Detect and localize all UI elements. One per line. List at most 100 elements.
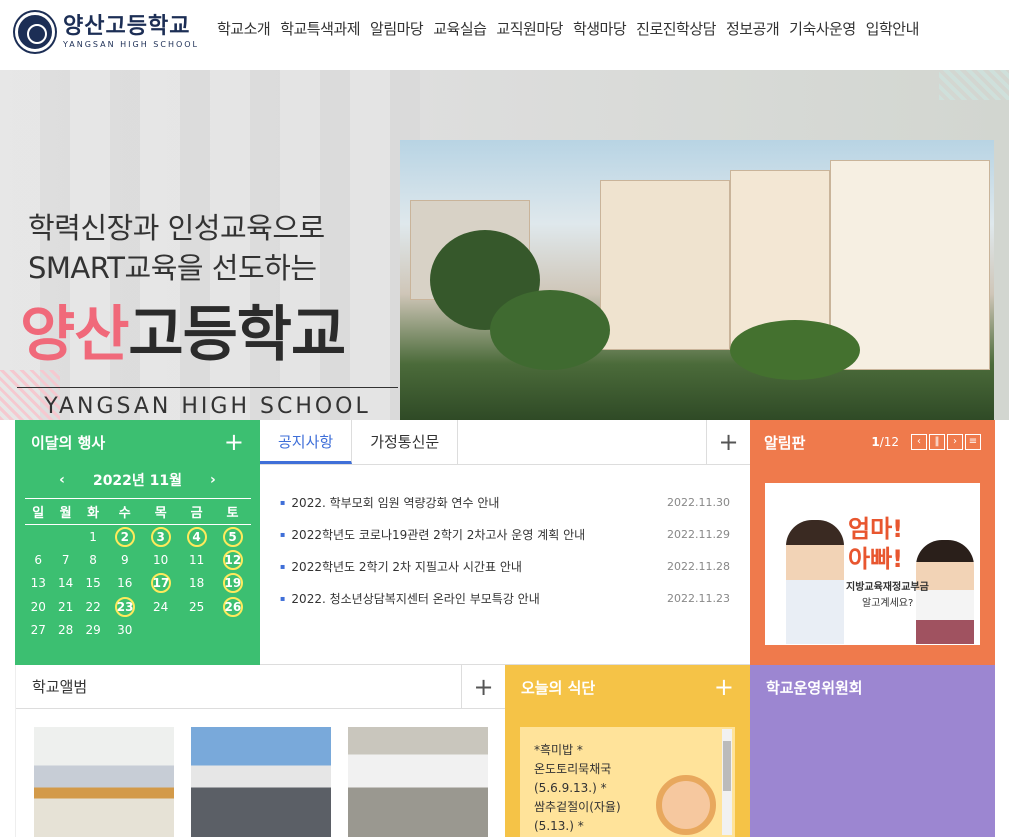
calendar-day[interactable]: 11 bbox=[179, 548, 215, 572]
monthly-events-panel: 이달의 행사 + ‹ 2022년 11월 › 일월화수목금토 123456789… bbox=[15, 420, 260, 665]
meal-scrollbar[interactable] bbox=[722, 729, 732, 835]
scrollbar-thumb[interactable] bbox=[723, 741, 731, 791]
calendar-event-day[interactable]: 2 bbox=[114, 526, 135, 547]
pause-icon[interactable]: ‖ bbox=[929, 434, 945, 450]
calendar-event-day[interactable]: 17 bbox=[150, 573, 171, 594]
calendar-day[interactable]: 22 bbox=[79, 595, 106, 619]
calendar-day[interactable]: 19 bbox=[215, 572, 251, 596]
nav-item-special-projects[interactable]: 학교특색과제 bbox=[280, 18, 360, 39]
calendar-event-day[interactable]: 12 bbox=[222, 549, 243, 570]
calendar-day[interactable]: 8 bbox=[79, 548, 106, 572]
calendar-event-day[interactable]: 26 bbox=[222, 596, 243, 617]
tab-family-letters[interactable]: 가정통신문 bbox=[352, 420, 459, 464]
more-plus-icon[interactable]: + bbox=[224, 430, 244, 454]
calendar-week-row: 6 7 8 9 10 11 12 bbox=[25, 548, 251, 572]
school-logo[interactable]: 양산고등학교 YANGSAN HIGH SCHOOL bbox=[15, 12, 199, 52]
more-plus-icon[interactable]: + bbox=[714, 675, 734, 699]
calendar-day[interactable]: 27 bbox=[25, 619, 52, 643]
list-item[interactable]: 2022. 청소년상담복지센터 온라인 부모특강 안내 2022.11.23 bbox=[280, 583, 730, 615]
calendar-day[interactable]: 26 bbox=[215, 595, 251, 619]
calendar-day[interactable]: 29 bbox=[79, 619, 106, 643]
calendar-event-day[interactable]: 19 bbox=[222, 573, 243, 594]
calendar-day[interactable]: 1 bbox=[79, 525, 106, 549]
calendar-day[interactable]: 30 bbox=[107, 619, 143, 643]
site-header: 양산고등학교 YANGSAN HIGH SCHOOL 학교소개 학교특색과제 알… bbox=[0, 0, 1009, 70]
list-menu-icon[interactable]: ≡ bbox=[965, 434, 981, 450]
notice-title[interactable]: 2022학년도 코로나19관련 2학기 2차고사 운영 계획 안내 bbox=[280, 519, 585, 551]
nav-item-staff[interactable]: 교직원마당 bbox=[496, 18, 563, 39]
bulletin-poster-image[interactable]: 엄마! 아빠! 지방교육재정교부금 알고계세요? bbox=[765, 483, 980, 645]
calendar-day[interactable]: 9 bbox=[107, 548, 143, 572]
more-plus-icon[interactable]: + bbox=[706, 420, 750, 464]
nav-item-admission[interactable]: 입학안내 bbox=[866, 18, 920, 39]
nav-item-info-disclosure[interactable]: 정보공개 bbox=[726, 18, 780, 39]
album-thumbnail[interactable] bbox=[348, 727, 488, 837]
weekday-header: 수 bbox=[106, 498, 143, 525]
calendar-day[interactable]: 15 bbox=[79, 572, 106, 596]
nav-item-teaching-practice[interactable]: 교육실습 bbox=[433, 18, 487, 39]
notice-date: 2022.11.30 bbox=[667, 496, 730, 509]
list-item[interactable]: 2022. 학부모회 임원 역량강화 연수 안내 2022.11.30 bbox=[280, 487, 730, 519]
tree bbox=[730, 320, 860, 380]
calendar-day[interactable]: 28 bbox=[52, 619, 79, 643]
school-album-panel: 학교앨범 + bbox=[15, 665, 505, 837]
calendar-day[interactable]: 5 bbox=[215, 525, 251, 549]
calendar-day[interactable]: 4 bbox=[179, 525, 215, 549]
prev-chevron-icon[interactable]: ‹ bbox=[911, 434, 927, 450]
prev-month-chevron-icon[interactable]: ‹ bbox=[59, 472, 65, 488]
school-emblem-icon bbox=[15, 12, 55, 52]
calendar-day[interactable]: 18 bbox=[179, 572, 215, 596]
calendar-day[interactable]: 14 bbox=[52, 572, 79, 596]
notice-title[interactable]: 2022. 청소년상담복지센터 온라인 부모특강 안내 bbox=[280, 583, 539, 615]
bulletin-panel: 알림판 1/12 ‹ ‖ › ≡ 엄마! 아빠! 지방교육재정교부금 알고계세요… bbox=[750, 420, 995, 665]
calendar-week-row: 12345 bbox=[25, 525, 251, 549]
hero-title-highlight: 양산 bbox=[20, 300, 129, 370]
tab-notices[interactable]: 공지사항 bbox=[260, 420, 353, 464]
notice-title[interactable]: 2022학년도 2학기 2차 지필고사 시간표 안내 bbox=[280, 551, 521, 583]
calendar-day[interactable]: 24 bbox=[143, 595, 179, 619]
tree bbox=[490, 290, 610, 370]
list-item[interactable]: 2022학년도 코로나19관련 2학기 2차고사 운영 계획 안내 2022.11… bbox=[280, 519, 730, 551]
poster-student-figure bbox=[786, 520, 844, 644]
school-committee-panel: 학교운영위원회 bbox=[750, 665, 995, 837]
more-plus-icon[interactable]: + bbox=[461, 665, 505, 709]
list-item[interactable]: 2022학년도 2학기 2차 지필고사 시간표 안내 2022.11.28 bbox=[280, 551, 730, 583]
album-thumbnail[interactable] bbox=[34, 727, 174, 837]
calendar-day[interactable]: 7 bbox=[52, 548, 79, 572]
meal-menu-text: *흑미밥 * 온도토리묵채국 (5.6.9.13.) * 쌈추겉절이(자율) (… bbox=[534, 741, 621, 836]
notice-title[interactable]: 2022. 학부모회 임원 역량강화 연수 안내 bbox=[280, 487, 499, 519]
school-building-photo bbox=[400, 140, 994, 420]
logo-korean-name: 양산고등학교 bbox=[63, 14, 191, 39]
calendar-event-day[interactable]: 4 bbox=[186, 526, 207, 547]
hero-english-name: YANGSAN HIGH SCHOOL bbox=[17, 387, 398, 420]
calendar-day[interactable]: 17 bbox=[143, 572, 179, 596]
calendar-event-day[interactable]: 3 bbox=[150, 526, 171, 547]
nav-item-dormitory[interactable]: 기숙사운영 bbox=[789, 18, 856, 39]
nav-item-students[interactable]: 학생마당 bbox=[573, 18, 627, 39]
calendar-day[interactable]: 20 bbox=[25, 595, 52, 619]
calendar-event-day[interactable]: 23 bbox=[114, 596, 135, 617]
notice-tabs: 공지사항 가정통신문 + bbox=[260, 420, 750, 465]
calendar-day[interactable]: 23 bbox=[107, 595, 143, 619]
calendar-day[interactable]: 21 bbox=[52, 595, 79, 619]
nav-item-school-intro[interactable]: 학교소개 bbox=[217, 18, 271, 39]
calendar-day[interactable]: 13 bbox=[25, 572, 52, 596]
nav-item-notices[interactable]: 알림마당 bbox=[370, 18, 424, 39]
next-month-chevron-icon[interactable]: › bbox=[210, 472, 216, 488]
calendar-day[interactable]: 6 bbox=[25, 548, 52, 572]
nav-item-career-counseling[interactable]: 진로진학상담 bbox=[636, 18, 716, 39]
calendar-day[interactable]: 10 bbox=[143, 548, 179, 572]
calendar-day[interactable]: 2 bbox=[107, 525, 143, 549]
calendar-day[interactable]: 16 bbox=[107, 572, 143, 596]
meal-line: 쌈추겉절이(자율) bbox=[534, 800, 621, 814]
notice-date: 2022.11.29 bbox=[667, 528, 730, 541]
calendar-day[interactable]: 25 bbox=[179, 595, 215, 619]
calendar-day bbox=[52, 525, 79, 549]
page-indicator: 1/12 bbox=[871, 435, 899, 449]
calendar-day[interactable]: 3 bbox=[143, 525, 179, 549]
calendar-event-day[interactable]: 5 bbox=[222, 526, 243, 547]
calendar-day[interactable]: 12 bbox=[215, 548, 251, 572]
album-thumbnail[interactable] bbox=[191, 727, 331, 837]
next-chevron-icon[interactable]: › bbox=[947, 434, 963, 450]
notice-date: 2022.11.28 bbox=[667, 560, 730, 573]
